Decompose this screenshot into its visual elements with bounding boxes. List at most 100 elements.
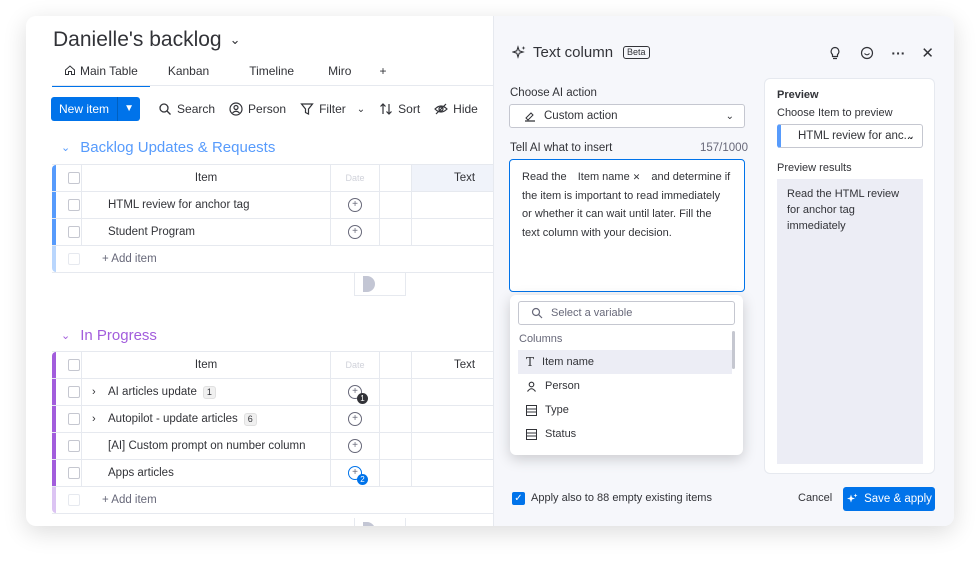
chevron-down-icon[interactable]: ⌄: [61, 141, 70, 154]
select-all-checkbox[interactable]: [68, 359, 80, 371]
column-header-item[interactable]: Item: [82, 352, 331, 378]
checkbox-cell: [56, 379, 82, 405]
person-filter-button[interactable]: Person: [229, 102, 286, 116]
text-cell[interactable]: [412, 460, 494, 486]
add-item-row[interactable]: + Add item: [52, 487, 494, 514]
group-header-backlog[interactable]: ⌄ Backlog Updates & Requests: [61, 139, 275, 156]
column-header-text-label: Text: [453, 172, 476, 184]
expand-chevron-icon[interactable]: ›: [92, 386, 96, 398]
variable-person[interactable]: Person: [518, 374, 732, 398]
prompt-textarea[interactable]: Read the Item name ✕ and determine if th…: [509, 159, 745, 292]
column-header-text[interactable]: Text ···: [412, 165, 494, 191]
row-checkbox[interactable]: [68, 199, 80, 211]
column-header-date[interactable]: Date: [331, 165, 380, 191]
updates-cell[interactable]: +: [331, 192, 380, 218]
item-name[interactable]: Autopilot - update articles: [108, 413, 238, 425]
row-checkbox[interactable]: [68, 386, 80, 398]
hide-button[interactable]: Hide: [434, 102, 478, 116]
column-header-item[interactable]: Item: [82, 165, 331, 191]
person-icon: [229, 102, 243, 116]
variable-search-input[interactable]: Select a variable: [518, 301, 735, 325]
table-row[interactable]: HTML review for anchor tag +: [52, 192, 494, 219]
table-row[interactable]: › AI articles update 1 +1: [52, 379, 494, 406]
add-item-row[interactable]: + Add item: [52, 246, 494, 273]
new-item-button[interactable]: New item ▼: [51, 97, 141, 121]
add-view-button[interactable]: +: [367, 64, 398, 86]
row-checkbox[interactable]: [68, 413, 80, 425]
add-item-button[interactable]: + Add item: [82, 487, 331, 513]
add-update-icon[interactable]: +: [348, 439, 362, 453]
text-cell[interactable]: [412, 406, 494, 432]
variable-status[interactable]: Status: [518, 422, 732, 446]
variable-label: Type: [545, 404, 569, 416]
updates-cell[interactable]: +2: [331, 460, 380, 486]
item-cell[interactable]: › Autopilot - update articles 6: [82, 406, 331, 432]
tab-timeline[interactable]: Timeline: [237, 64, 306, 86]
variable-chip[interactable]: Item name ✕: [571, 168, 647, 187]
item-name[interactable]: AI articles update: [108, 386, 197, 398]
preview-item-select[interactable]: HTML review for anc... ⌄: [777, 124, 923, 148]
select-all-checkbox[interactable]: [68, 172, 80, 184]
feedback-chat-icon[interactable]: [859, 45, 875, 61]
save-apply-button[interactable]: Save & apply: [843, 487, 935, 511]
item-name[interactable]: HTML review for anchor tag: [82, 192, 331, 218]
board-title[interactable]: Danielle's backlog ⌄: [53, 28, 241, 52]
item-name[interactable]: [AI] Custom prompt on number column: [82, 433, 331, 459]
text-cell[interactable]: [412, 433, 494, 459]
table-row[interactable]: [AI] Custom prompt on number column +: [52, 433, 494, 460]
updates-cell[interactable]: +1: [331, 379, 380, 405]
group-header-in-progress[interactable]: ⌄ In Progress: [61, 327, 157, 344]
row-checkbox[interactable]: [68, 440, 80, 452]
sort-button[interactable]: Sort: [379, 102, 420, 116]
chevron-down-icon[interactable]: ▼: [118, 97, 140, 121]
item-name[interactable]: Apps articles: [82, 460, 331, 486]
lightbulb-icon[interactable]: [827, 45, 843, 61]
table-row[interactable]: Student Program +: [52, 219, 494, 246]
tab-miro[interactable]: Miro: [316, 64, 363, 86]
tab-kanban[interactable]: Kanban: [156, 64, 221, 86]
text-cell[interactable]: [412, 379, 494, 405]
group-title[interactable]: In Progress: [80, 327, 157, 344]
group-title[interactable]: Backlog Updates & Requests: [80, 139, 275, 156]
chevron-down-icon[interactable]: ⌄: [230, 32, 241, 48]
new-item-label[interactable]: New item: [51, 97, 119, 121]
ai-action-select[interactable]: Custom action ⌄: [509, 104, 745, 128]
add-item-button[interactable]: + Add item: [82, 246, 331, 272]
add-update-icon[interactable]: +: [348, 225, 362, 239]
variable-item-name[interactable]: T Item name: [518, 350, 732, 374]
search-button[interactable]: Search: [158, 102, 215, 116]
updates-cell[interactable]: +: [331, 406, 380, 432]
updates-icon[interactable]: +2: [348, 466, 368, 485]
tab-main-table[interactable]: Main Table: [52, 64, 150, 87]
column-header-text[interactable]: Text: [412, 352, 494, 378]
remove-chip-icon[interactable]: ✕: [633, 172, 641, 182]
add-update-icon[interactable]: +: [348, 412, 362, 426]
filter-button[interactable]: Filter ⌄: [300, 102, 365, 116]
updates-icon[interactable]: +1: [348, 385, 368, 404]
item-name[interactable]: Student Program: [82, 219, 331, 245]
cancel-button[interactable]: Cancel: [798, 492, 832, 504]
text-cell[interactable]: [412, 192, 494, 218]
variable-type[interactable]: Type: [518, 398, 732, 422]
chevron-down-icon[interactable]: ⌄: [726, 111, 734, 122]
updates-cell[interactable]: +: [331, 219, 380, 245]
apply-empty-label[interactable]: Apply also to 88 empty existing items: [531, 492, 712, 504]
column-header-date[interactable]: Date: [331, 352, 380, 378]
text-cell[interactable]: [412, 219, 494, 245]
item-cell[interactable]: › AI articles update 1: [82, 379, 331, 405]
close-icon[interactable]: ✕: [921, 44, 934, 62]
expand-chevron-icon[interactable]: ›: [92, 413, 96, 425]
table-row[interactable]: Apps articles +2: [52, 460, 494, 487]
table-row[interactable]: › Autopilot - update articles 6 +: [52, 406, 494, 433]
dropdown-scrollbar[interactable]: [732, 331, 735, 369]
chevron-down-icon[interactable]: ⌄: [357, 104, 365, 115]
more-options-icon[interactable]: ···: [891, 46, 905, 60]
chevron-down-icon[interactable]: ⌄: [907, 131, 915, 142]
add-update-icon[interactable]: +: [348, 198, 362, 212]
row-checkbox[interactable]: [68, 467, 80, 479]
row-checkbox[interactable]: [68, 226, 80, 238]
updates-cell[interactable]: +: [331, 433, 380, 459]
chevron-down-icon[interactable]: ⌄: [61, 329, 70, 342]
prompt-text-before: Read the: [522, 171, 567, 183]
apply-empty-checkbox[interactable]: ✓: [512, 492, 525, 505]
